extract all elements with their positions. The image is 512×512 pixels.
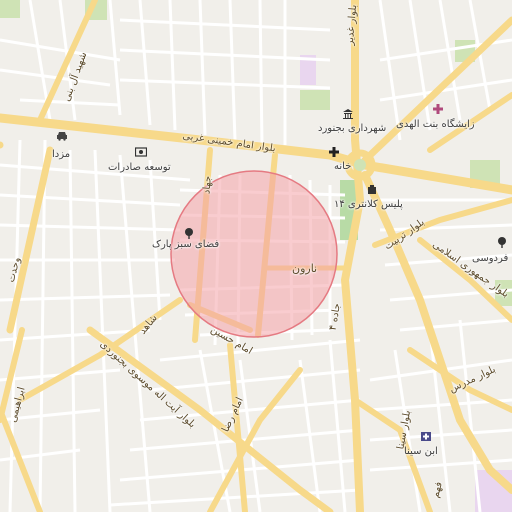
tree-icon[interactable]	[496, 236, 510, 250]
radius-circle[interactable]	[170, 170, 338, 338]
hospital-icon[interactable]	[420, 430, 434, 444]
hospital-icon[interactable]	[432, 103, 446, 117]
poi-ferdowsi[interactable]: فردوسی	[472, 254, 508, 264]
poi-shahrdari[interactable]: شهرداری بجنورد	[318, 124, 386, 134]
road-label-jihad: جهاد	[201, 175, 214, 195]
poi-park[interactable]: فضای سبز پارک	[152, 240, 219, 250]
poi-ibnsina[interactable]: ابن سینا	[404, 447, 438, 457]
car-icon[interactable]	[56, 131, 70, 145]
poi-zayeshgah[interactable]: زایشگاه بنت الهدی	[396, 120, 475, 130]
poi-police[interactable]: پلیس کلانتری ۱۴	[334, 200, 403, 210]
hospital-icon[interactable]	[328, 146, 342, 160]
police-icon[interactable]	[366, 184, 380, 198]
poi-khane[interactable]: خانه	[334, 162, 351, 172]
poi-tosee[interactable]: توسعه صادرات	[108, 163, 171, 173]
bank-icon[interactable]	[135, 147, 149, 161]
map-view[interactable]: بلوار امام خمینی غربی نارون شهید آل بنی …	[0, 0, 512, 512]
poi-mazda[interactable]: مزدا	[52, 150, 70, 160]
bank-icon[interactable]	[342, 108, 356, 122]
road-label-naroon: نارون	[292, 262, 318, 275]
